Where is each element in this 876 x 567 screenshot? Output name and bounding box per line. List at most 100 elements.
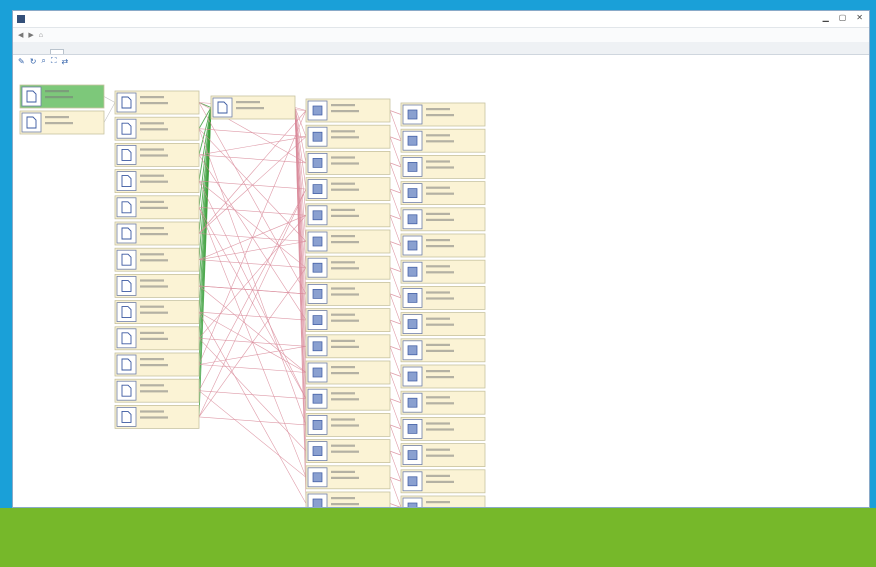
edge	[389, 136, 402, 168]
graph-node[interactable]	[400, 285, 486, 310]
module-icon	[312, 210, 323, 221]
graph-node[interactable]	[400, 469, 486, 494]
dependency-graph[interactable]	[13, 11, 870, 508]
frame-right	[870, 0, 876, 567]
graph-node[interactable]	[114, 142, 200, 167]
graph-node[interactable]	[400, 495, 486, 508]
graph-node[interactable]	[400, 207, 486, 232]
module-icon	[407, 450, 418, 460]
module-icon	[312, 105, 323, 116]
edge	[198, 416, 307, 426]
graph-node[interactable]	[305, 412, 391, 437]
node-label-line	[426, 297, 454, 300]
graph-node[interactable]	[400, 364, 486, 389]
node-label-line	[331, 208, 355, 211]
node-icon-frame	[116, 380, 137, 401]
node-label-line	[140, 180, 168, 183]
node-label-line	[331, 235, 355, 238]
node-label-line	[140, 279, 164, 282]
graph-node[interactable]	[400, 102, 486, 127]
node-label-line	[331, 241, 359, 244]
graph-node[interactable]	[305, 439, 391, 464]
graph-node[interactable]	[114, 90, 200, 115]
graph-node[interactable]	[305, 229, 391, 254]
graph-node[interactable]	[400, 181, 486, 206]
frame-left	[0, 0, 12, 567]
edge	[389, 188, 402, 220]
node-label-line	[140, 96, 164, 99]
nodes-layer	[19, 84, 486, 508]
graph-node[interactable]	[400, 128, 486, 153]
node-label-line	[140, 128, 168, 131]
node-label-line	[426, 428, 454, 431]
graph-node[interactable]	[305, 360, 391, 385]
graph-node[interactable]	[400, 390, 486, 415]
graph-node[interactable]	[114, 326, 200, 351]
graph-node[interactable]	[19, 84, 105, 109]
graph-node[interactable]	[305, 465, 391, 490]
graph-node[interactable]	[114, 195, 200, 220]
graph-node[interactable]	[114, 169, 200, 194]
node-label-line	[426, 239, 450, 242]
edge	[198, 128, 307, 137]
node-label-line	[331, 182, 355, 185]
module-icon	[312, 446, 323, 456]
graph-node[interactable]	[400, 443, 486, 468]
edge	[389, 319, 402, 351]
module-icon	[312, 341, 323, 352]
module-icon	[312, 498, 323, 507]
graph-node[interactable]	[114, 247, 200, 272]
graph-node[interactable]	[400, 312, 486, 337]
node-label-line	[331, 339, 355, 342]
graph-node[interactable]	[114, 352, 200, 377]
graph-node[interactable]	[305, 334, 391, 359]
graph-node[interactable]	[305, 255, 391, 280]
graph-node[interactable]	[305, 150, 391, 175]
graph-node[interactable]	[114, 221, 200, 246]
graph-node[interactable]	[305, 98, 391, 123]
node-label-line	[140, 337, 168, 340]
node-label-line	[426, 501, 450, 504]
graph-node[interactable]	[400, 259, 486, 284]
node-label-line	[426, 271, 454, 274]
graph-node[interactable]	[400, 154, 486, 179]
node-label-line	[140, 410, 164, 413]
graph-node[interactable]	[400, 233, 486, 258]
graph-node[interactable]	[305, 308, 391, 333]
graph-node[interactable]	[400, 416, 486, 441]
module-icon	[407, 345, 418, 356]
module-icon	[407, 109, 418, 120]
node-label-line	[140, 390, 168, 393]
edge	[389, 476, 402, 482]
edge	[198, 110, 307, 365]
graph-node[interactable]	[19, 110, 105, 135]
graph-node[interactable]	[305, 177, 391, 202]
graph-node[interactable]	[400, 338, 486, 363]
graph-node[interactable]	[114, 378, 200, 403]
graph-node[interactable]	[305, 386, 391, 411]
graph-node[interactable]	[114, 300, 200, 325]
module-icon	[407, 319, 418, 329]
module-icon	[312, 184, 323, 194]
edge	[389, 293, 402, 325]
node-label-line	[331, 188, 359, 191]
graph-node[interactable]	[114, 116, 200, 141]
graph-node[interactable]	[114, 404, 200, 429]
graph-node[interactable]	[114, 273, 200, 298]
graph-node[interactable]	[305, 203, 391, 228]
node-label-line	[426, 480, 454, 483]
node-label-line	[426, 218, 454, 221]
node-label-line	[331, 313, 355, 316]
graph-node[interactable]	[210, 95, 296, 120]
node-label-line	[331, 136, 359, 139]
graph-node[interactable]	[305, 491, 391, 508]
graph-node[interactable]	[305, 124, 391, 149]
node-label-line	[426, 343, 450, 346]
node-icon-frame	[116, 354, 137, 375]
module-icon	[312, 420, 323, 430]
node-label-line	[331, 366, 355, 369]
module-icon	[407, 266, 418, 277]
graph-node[interactable]	[305, 281, 391, 306]
edge	[198, 102, 307, 295]
node-label-line	[426, 192, 454, 195]
